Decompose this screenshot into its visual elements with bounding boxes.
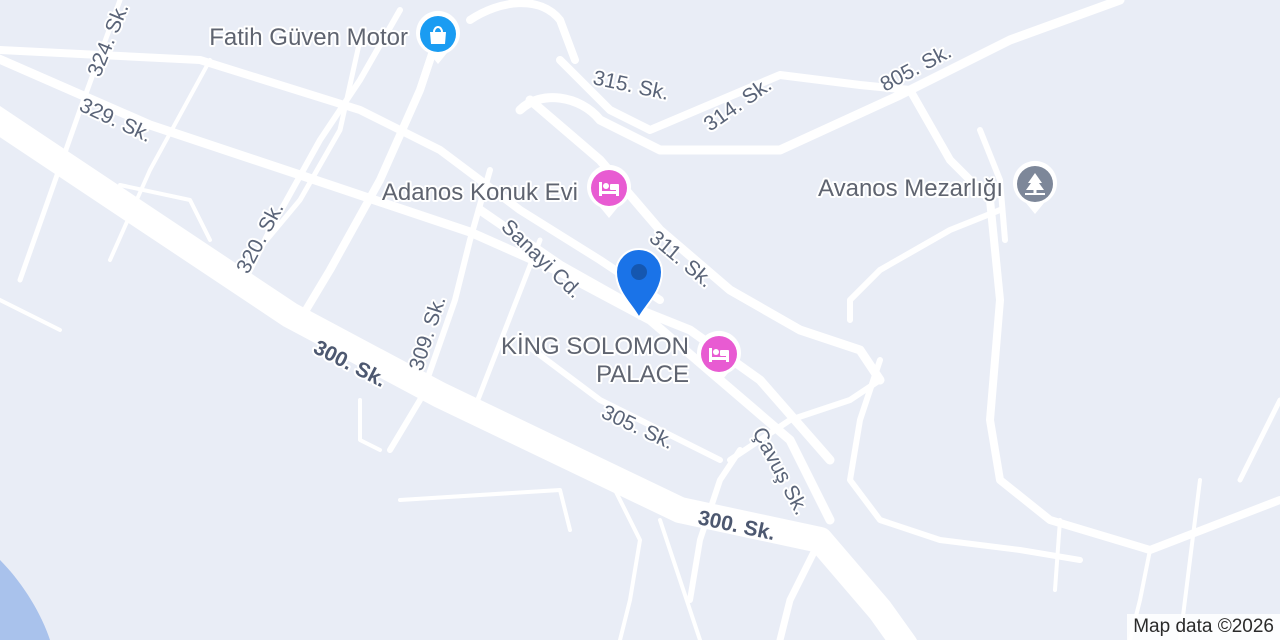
- bed-icon[interactable]: [697, 330, 741, 384]
- poi-label: Fatih Güven Motor: [209, 24, 408, 51]
- poi-fatih-guven-motor[interactable]: Fatih Güven Motor: [207, 10, 460, 64]
- poi-adanos-konuk-evi[interactable]: Adanos Konuk Evi: [380, 164, 631, 218]
- bed-icon[interactable]: [587, 164, 631, 218]
- poi-label: Adanos Konuk Evi: [382, 179, 578, 206]
- location-pin-icon[interactable]: [614, 248, 664, 321]
- poi-label-line-2: PALACE: [596, 361, 689, 388]
- shopping-bag-icon[interactable]: [416, 10, 460, 64]
- poi-king-solomon-palace[interactable]: KİNG SOLOMON PALACE: [499, 330, 741, 390]
- map-attribution: Map data ©2026: [1127, 614, 1280, 640]
- poi-layer: Fatih Güven Motor Adanos Konuk Evi Avano…: [207, 10, 1057, 390]
- poi-label-line-1: KİNG SOLOMON: [501, 333, 689, 360]
- tree-icon[interactable]: [1013, 160, 1057, 214]
- poi-label: Avanos Mezarlığı: [818, 175, 1003, 202]
- poi-avanos-mezarligi[interactable]: Avanos Mezarlığı: [816, 160, 1057, 214]
- map-canvas[interactable]: 324. Sk. 329. Sk. 320. Sk. 315. Sk. 314.…: [0, 0, 1280, 640]
